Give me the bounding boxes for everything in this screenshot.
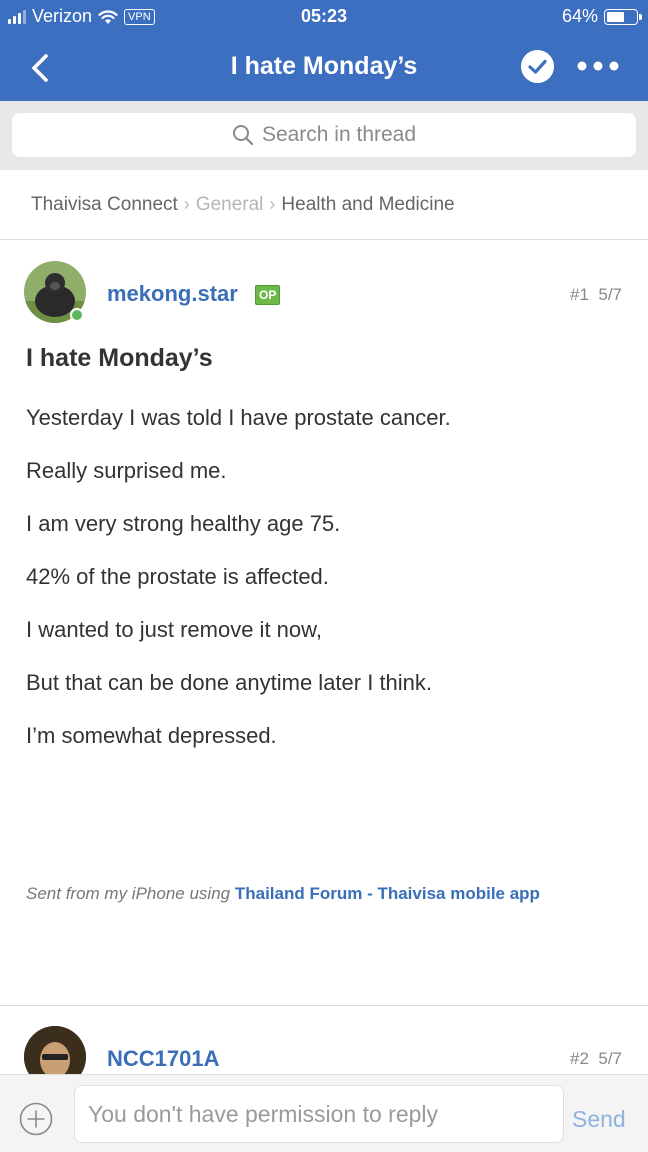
post-title: I hate Monday’s xyxy=(26,344,213,372)
top-header: Verizon VPN 05:23 64% I hate Monday’s xyxy=(0,0,648,101)
post-line: I’m somewhat depressed. xyxy=(26,723,277,748)
post-line: Yesterday I was told I have prostate can… xyxy=(26,405,451,430)
online-indicator xyxy=(70,308,84,322)
post-line: I wanted to just remove it now, xyxy=(26,617,322,642)
avatar[interactable] xyxy=(24,1026,86,1074)
reply-input[interactable]: You don't have permission to reply xyxy=(74,1085,564,1143)
post-number: #1 xyxy=(569,285,589,304)
post-meta: #1 5/7 xyxy=(570,285,622,305)
post-number: #2 xyxy=(569,1049,589,1068)
post-meta: #2 5/7 xyxy=(570,1049,622,1069)
post-line: But that can be done anytime later I thi… xyxy=(26,670,433,695)
nav-bar: I hate Monday’s xyxy=(0,34,648,101)
more-dots-icon[interactable] xyxy=(576,58,620,74)
post-date: 5/7 xyxy=(598,285,622,304)
search-placeholder: Search in thread xyxy=(261,123,417,146)
post-date: 5/7 xyxy=(598,1049,622,1068)
add-attachment-icon[interactable] xyxy=(19,1102,53,1136)
post-signature: Sent from my iPhone using Thailand Forum… xyxy=(26,884,540,904)
author-name[interactable]: mekong.star xyxy=(107,281,238,307)
chevron-right-icon: › xyxy=(183,194,190,214)
post-line: 42% of the prostate is affected. xyxy=(26,564,329,589)
reply-bar: You don't have permission to reply Send xyxy=(0,1074,648,1152)
app-link[interactable]: Thailand Forum - Thaivisa mobile app xyxy=(235,884,540,903)
breadcrumb-item-forum[interactable]: Thaivisa Connect xyxy=(31,194,178,216)
battery-group: 64% xyxy=(561,6,642,27)
post-body: Yesterday I was told I have prostate can… xyxy=(26,403,626,774)
search-input[interactable]: Search in thread xyxy=(12,113,636,157)
signature-prefix: Sent from my iPhone using xyxy=(26,884,231,903)
author-name[interactable]: NCC1701A xyxy=(107,1046,220,1072)
breadcrumb: Thaivisa Connect › General › Health and … xyxy=(0,170,648,240)
battery-icon xyxy=(604,8,642,25)
breadcrumb-item-general[interactable]: General xyxy=(196,194,264,216)
post-line: Really surprised me. xyxy=(26,458,227,483)
chevron-right-icon: › xyxy=(269,194,276,214)
post-2: NCC1701A #2 5/7 xyxy=(0,1006,648,1074)
battery-percent: 64% xyxy=(561,6,598,26)
breadcrumb-item-category[interactable]: Health and Medicine xyxy=(281,194,454,216)
check-circle-icon[interactable] xyxy=(521,50,554,83)
status-bar: Verizon VPN 05:23 64% xyxy=(0,0,648,34)
post-line: I am very strong healthy age 75. xyxy=(26,511,341,536)
search-icon xyxy=(232,125,254,146)
search-bar: Search in thread xyxy=(0,101,648,170)
send-button[interactable]: Send xyxy=(572,1106,626,1133)
status-time: 05:23 xyxy=(300,6,348,26)
op-badge: OP xyxy=(255,285,281,305)
